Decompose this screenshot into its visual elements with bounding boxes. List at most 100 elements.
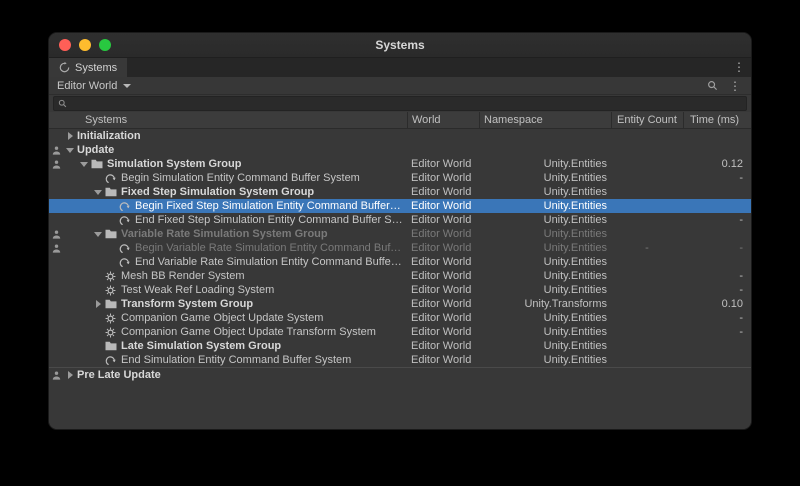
disclosure-triangle[interactable] [63, 371, 77, 379]
tree-row[interactable]: Fixed Step Simulation System Group Edito… [49, 185, 751, 199]
gutter-marker-icon [52, 159, 62, 169]
tree-row[interactable]: Late Simulation System Group Editor Worl… [49, 339, 751, 353]
toolbar-right: ⋮ [704, 77, 747, 95]
tab-menu-icon[interactable]: ⋮ [727, 58, 751, 77]
disclosure-triangle[interactable] [77, 162, 91, 167]
disclosure-triangle[interactable] [63, 148, 77, 153]
tree-row[interactable]: Companion Game Object Update System Edit… [49, 311, 751, 325]
tree-row[interactable]: Variable Rate Simulation System Group Ed… [49, 227, 751, 241]
desktop-background: Systems Systems ⋮ Editor World ⋮ [0, 0, 800, 486]
chevron-down-icon [123, 84, 131, 88]
row-label: Update [77, 143, 407, 157]
row-label-area: Fixed Step Simulation System Group [49, 185, 407, 199]
search-icon[interactable] [704, 80, 721, 91]
row-world: Editor World [407, 297, 479, 311]
folder-icon [105, 229, 121, 239]
gutter-marker-icon [52, 145, 62, 155]
row-world: Editor World [407, 283, 479, 297]
disclosure-triangle[interactable] [91, 190, 105, 195]
disclosure-triangle[interactable] [91, 300, 105, 308]
row-label-area: End Fixed Step Simulation Entity Command… [49, 213, 407, 227]
row-namespace: Unity.Entities [479, 325, 611, 339]
tree-row[interactable]: Begin Fixed Step Simulation Entity Comma… [49, 199, 751, 213]
row-time: - [683, 269, 751, 283]
folder-icon [105, 187, 121, 197]
folder-icon [91, 159, 107, 169]
column-header-entity-count[interactable]: Entity Count [611, 112, 683, 128]
command-buffer-system-icon [119, 243, 135, 254]
row-namespace: Unity.Entities [479, 311, 611, 325]
tree-row[interactable]: End Simulation Entity Command Buffer Sys… [49, 353, 751, 367]
row-label-area: Late Simulation System Group [49, 339, 407, 353]
window-title: Systems [49, 33, 751, 57]
row-label: End Fixed Step Simulation Entity Command… [135, 213, 407, 227]
toolbar-menu-icon[interactable]: ⋮ [723, 77, 747, 95]
disclosure-triangle[interactable] [91, 232, 105, 237]
tree-row[interactable]: End Variable Rate Simulation Entity Comm… [49, 255, 751, 269]
disclosure-triangle[interactable] [63, 132, 77, 140]
row-label: Begin Variable Rate Simulation Entity Co… [135, 241, 407, 255]
system-icon [105, 271, 121, 282]
row-entity-count: - [611, 241, 683, 255]
row-namespace: Unity.Entities [479, 199, 611, 213]
tree-row[interactable]: Begin Variable Rate Simulation Entity Co… [49, 241, 751, 255]
row-label-area: End Simulation Entity Command Buffer Sys… [49, 353, 407, 367]
systems-window: Systems Systems ⋮ Editor World ⋮ [48, 32, 752, 430]
row-namespace: Unity.Transforms [479, 297, 611, 311]
row-label: End Simulation Entity Command Buffer Sys… [121, 353, 407, 367]
column-header-world[interactable]: World [407, 112, 479, 128]
row-time: - [683, 241, 751, 255]
row-namespace: Unity.Entities [479, 171, 611, 185]
row-label-area: Transform System Group [49, 297, 407, 311]
row-label-area: Variable Rate Simulation System Group [49, 227, 407, 241]
row-label-area: Initialization [49, 129, 407, 143]
row-world: Editor World [407, 269, 479, 283]
titlebar[interactable]: Systems [49, 33, 751, 58]
tree-row[interactable]: Companion Game Object Update Transform S… [49, 325, 751, 339]
row-label: Variable Rate Simulation System Group [121, 227, 407, 241]
tree-row[interactable]: Transform System Group Editor World Unit… [49, 297, 751, 311]
tree-row[interactable]: Begin Simulation Entity Command Buffer S… [49, 171, 751, 185]
tree-row[interactable]: Pre Late Update [49, 367, 751, 381]
tree-row[interactable]: Initialization [49, 129, 751, 143]
row-label-area: Mesh BB Render System [49, 269, 407, 283]
row-world: Editor World [407, 311, 479, 325]
row-namespace: Unity.Entities [479, 269, 611, 283]
tree-row[interactable]: Mesh BB Render System Editor World Unity… [49, 269, 751, 283]
world-dropdown[interactable]: Editor World [53, 80, 135, 92]
row-namespace: Unity.Entities [479, 353, 611, 367]
system-icon [105, 327, 121, 338]
world-dropdown-label: Editor World [57, 80, 117, 92]
column-header-systems[interactable]: Systems [49, 112, 407, 128]
tree-row[interactable]: Update [49, 143, 751, 157]
tree-row[interactable]: Simulation System Group Editor World Uni… [49, 157, 751, 171]
row-namespace: Unity.Entities [479, 227, 611, 241]
column-header-time[interactable]: Time (ms) [683, 112, 751, 128]
systems-tab-icon [59, 62, 70, 73]
row-label: Begin Simulation Entity Command Buffer S… [121, 171, 407, 185]
folder-icon [105, 341, 121, 351]
row-label: End Variable Rate Simulation Entity Comm… [135, 255, 407, 269]
search-field[interactable] [53, 96, 747, 111]
row-label-area: Pre Late Update [49, 368, 407, 382]
systems-tree: Initialization Update Simulation System … [49, 129, 751, 430]
row-world: Editor World [407, 339, 479, 353]
row-label: Test Weak Ref Loading System [121, 283, 407, 297]
tab-strip: Systems ⋮ [49, 58, 751, 77]
tree-row[interactable]: Test Weak Ref Loading System Editor Worl… [49, 283, 751, 297]
row-label: Late Simulation System Group [121, 339, 407, 353]
row-world: Editor World [407, 227, 479, 241]
search-input[interactable] [71, 98, 742, 109]
row-label: Mesh BB Render System [121, 269, 407, 283]
system-icon [105, 313, 121, 324]
column-header-namespace[interactable]: Namespace [479, 112, 611, 128]
search-field-icon [58, 95, 67, 113]
row-label-area: Update [49, 143, 407, 157]
row-world: Editor World [407, 199, 479, 213]
row-world: Editor World [407, 171, 479, 185]
tab-label: Systems [75, 62, 117, 74]
row-label: Simulation System Group [107, 157, 407, 171]
tree-row[interactable]: End Fixed Step Simulation Entity Command… [49, 213, 751, 227]
row-namespace: Unity.Entities [479, 339, 611, 353]
tab-systems[interactable]: Systems [49, 58, 127, 77]
